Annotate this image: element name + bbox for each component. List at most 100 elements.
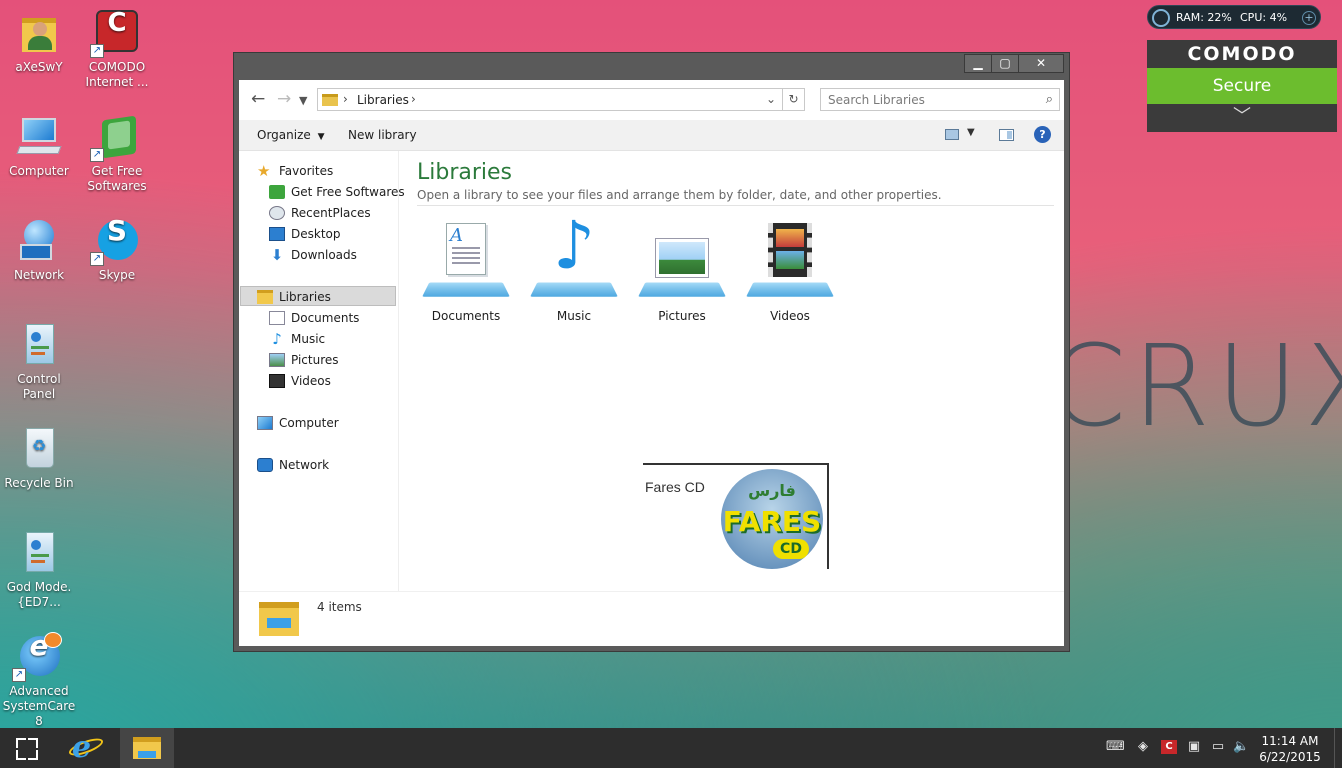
desktop-icon-control-panel[interactable]: Control Panel (0, 322, 78, 402)
library-videos[interactable]: Videos (740, 217, 840, 323)
fares-cd-logo: فارس FARES CD (721, 469, 823, 569)
skype-icon: S ↗ (90, 217, 140, 266)
nav-item-music[interactable]: ♪ Music (269, 329, 325, 349)
nav-item-pictures[interactable]: Pictures (269, 350, 339, 370)
minimize-button[interactable]: ▁ (964, 54, 992, 73)
desktop-icon-recycle-bin[interactable]: ♻ Recycle Bin (0, 426, 78, 491)
nav-favorites[interactable]: ★ Favorites (257, 161, 333, 181)
maximize-button[interactable]: ▢ (991, 54, 1019, 73)
ram-usage: RAM: 22% (1176, 11, 1232, 24)
desktop-icon-computer[interactable]: Computer (0, 114, 78, 179)
desktop-icon-skype[interactable]: S ↗ Skype (78, 217, 156, 283)
chevron-down-icon[interactable]: ⌄ (766, 92, 776, 106)
nav-item-downloads[interactable]: ⬇ Downloads (269, 245, 357, 265)
nav-label: Pictures (291, 353, 339, 367)
plus-icon[interactable]: + (1302, 11, 1316, 25)
shortcut-arrow-icon: ↗ (90, 148, 104, 162)
organize-button[interactable]: Organize ▼ (257, 128, 325, 142)
chevron-down-icon[interactable]: ▼ (967, 127, 975, 138)
nav-label: Favorites (279, 164, 334, 178)
clock[interactable]: 11:14 AM 6/22/2015 (1255, 733, 1325, 765)
help-icon[interactable]: ? (1034, 126, 1051, 143)
page-title: Libraries (417, 160, 513, 185)
computer-icon (16, 114, 62, 160)
comodo-widget[interactable]: COMODO Secure ﹀ (1147, 40, 1337, 132)
desktop-icon (269, 226, 285, 241)
start-button[interactable] (0, 728, 54, 768)
comodo-tray-icon[interactable]: C (1161, 740, 1177, 754)
nav-label: Downloads (291, 248, 357, 262)
nav-item-videos[interactable]: Videos (269, 371, 331, 391)
search-icon[interactable]: ⌕ (1046, 92, 1053, 107)
desktop-icon-comodo[interactable]: C ↗ COMODO Internet ... (78, 10, 156, 90)
refresh-icon[interactable]: ↻ (782, 89, 804, 110)
network-tray-icon[interactable]: ▭ (1210, 740, 1226, 754)
show-desktop-button[interactable] (1334, 728, 1342, 768)
file-explorer-icon (133, 737, 161, 759)
chevron-down-icon[interactable]: ﹀ (1147, 104, 1337, 132)
shortcut-arrow-icon: ↗ (90, 252, 104, 266)
shortcut-arrow-icon: ↗ (90, 44, 104, 58)
nav-item-documents[interactable]: Documents (269, 308, 359, 328)
nav-item-get-free-softwares[interactable]: Get Free Softwares (269, 182, 405, 202)
desktop-icon-god-mode[interactable]: God Mode.{ED7... (0, 530, 78, 610)
window-caption[interactable]: ▁ ▢ ✕ (234, 53, 1069, 79)
library-label: Pictures (658, 309, 706, 323)
nav-label: RecentPlaces (291, 206, 371, 220)
chevron-right-icon[interactable]: › (411, 92, 416, 106)
desktop-icon-get-free-softwares[interactable]: ↗ Get Free Softwares (78, 114, 156, 194)
address-bar[interactable]: › Libraries › ⌄ ↻ (317, 88, 805, 111)
keyboard-icon[interactable]: ⌨ (1106, 740, 1125, 754)
nav-network[interactable]: Network (257, 455, 329, 475)
network-icon (257, 457, 273, 472)
nav-item-recent-places[interactable]: RecentPlaces (269, 203, 371, 223)
change-view-icon[interactable] (945, 129, 959, 140)
navigation-pane: ★ Favorites Get Free Softwares RecentPlac… (239, 151, 405, 591)
desktop-icon-network[interactable]: Network (0, 218, 78, 283)
taskbar-internet-explorer[interactable]: e (62, 728, 112, 768)
internet-explorer-icon: e (72, 730, 92, 765)
chevron-right-icon[interactable]: › (343, 92, 348, 106)
advanced-systemcare-icon: e ↗ (12, 632, 62, 682)
back-arrow-icon[interactable]: ← (251, 89, 265, 109)
security-status[interactable]: Secure (1147, 68, 1337, 104)
get-free-softwares-icon (269, 184, 285, 199)
explorer-window[interactable]: ▁ ▢ ✕ ← → ▼ › Libraries › ⌄ ↻ Search Lib… (233, 52, 1070, 652)
library-label: Videos (770, 309, 810, 323)
taskbar-file-explorer[interactable] (120, 728, 174, 768)
volume-icon[interactable]: 🔈 (1233, 740, 1249, 754)
new-library-button[interactable]: New library (348, 128, 417, 142)
recent-locations-dropdown-icon[interactable]: ▼ (299, 91, 307, 111)
library-documents[interactable]: A Documents (416, 217, 516, 323)
nav-libraries[interactable]: Libraries (240, 286, 396, 306)
cube-icon[interactable]: ◈ (1135, 740, 1151, 754)
nav-item-desktop[interactable]: Desktop (269, 224, 341, 244)
chevron-down-icon: ▼ (317, 132, 325, 142)
wallpaper-crux-text: CRUX (1048, 322, 1342, 452)
nav-label: Get Free Softwares (291, 185, 405, 199)
nav-computer[interactable]: Computer (257, 413, 339, 433)
desktop-icon-label: COMODO Internet ... (85, 60, 149, 89)
preview-pane-icon[interactable] (999, 129, 1014, 141)
fares-cd-watermark: Fares CD فارس FARES CD (643, 463, 829, 569)
forward-arrow-icon[interactable]: → (277, 89, 291, 109)
user-folder-icon (16, 10, 62, 56)
content-pane: Libraries Open a library to see your fil… (400, 151, 1064, 591)
resource-meter-gadget[interactable]: RAM: 22% CPU: 4% + (1147, 5, 1321, 29)
device-icon[interactable]: ▣ (1186, 740, 1202, 754)
nav-label: Network (279, 458, 330, 472)
music-note-icon: ♪ (272, 329, 282, 348)
fares-cd-text: Fares CD (645, 479, 705, 495)
close-button[interactable]: ✕ (1018, 54, 1064, 73)
recycle-bin-icon: ♻ (16, 426, 62, 472)
desktop-icon-axeswy[interactable]: aXeSwY (0, 10, 78, 75)
search-input[interactable]: Search Libraries ⌕ (820, 88, 1060, 111)
library-music[interactable]: ♪ Music (524, 211, 624, 323)
desktop-icon-advanced-systemcare[interactable]: e ↗ Advanced SystemCare 8 (0, 632, 78, 729)
library-pictures[interactable]: Pictures (632, 217, 732, 323)
libraries-folder-icon (259, 598, 301, 636)
library-label: Music (556, 309, 592, 323)
breadcrumb-libraries[interactable]: Libraries (357, 93, 409, 107)
clock-time: 11:14 AM (1261, 734, 1319, 748)
organize-label: Organize (257, 128, 311, 142)
